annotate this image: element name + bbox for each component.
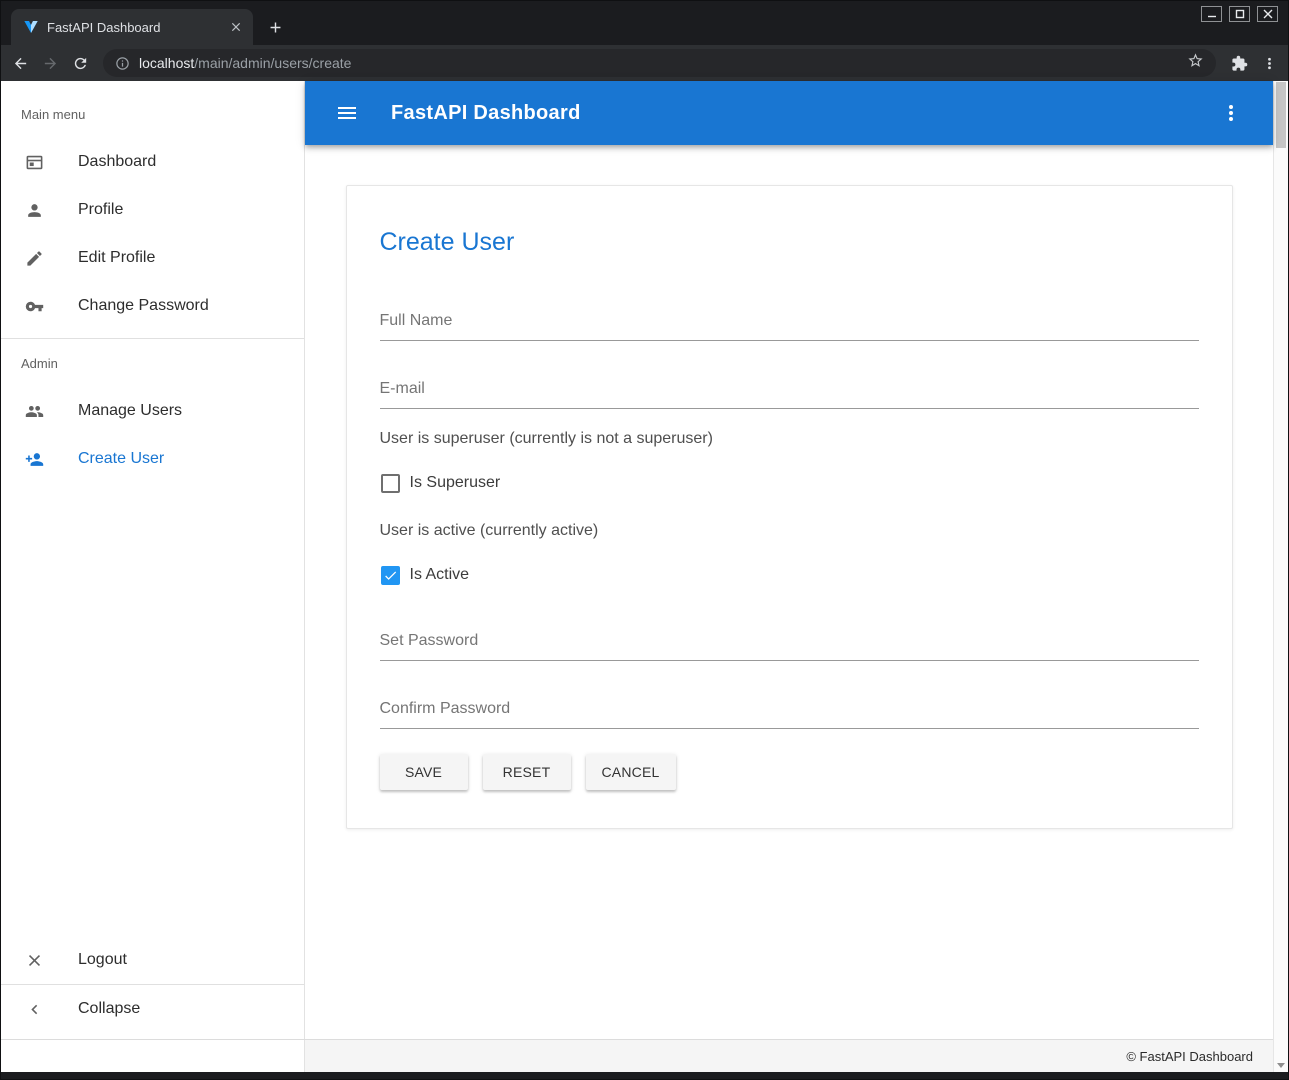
key-icon <box>25 297 44 316</box>
superuser-checkbox[interactable] <box>381 474 400 493</box>
extensions-icon[interactable] <box>1226 50 1252 76</box>
sidebar-item-label: Dashboard <box>78 153 156 171</box>
url-text[interactable]: localhost/main/admin/users/create <box>139 55 1178 71</box>
hamburger-menu-icon[interactable] <box>329 95 365 131</box>
site-info-icon[interactable] <box>115 56 130 71</box>
chevron-left-icon <box>25 1000 44 1019</box>
bookmark-star-icon[interactable] <box>1187 52 1204 74</box>
minimize-button[interactable] <box>1201 6 1222 22</box>
copyright-text: © FastAPI Dashboard <box>305 1049 1273 1064</box>
sidebar-item-dashboard[interactable]: Dashboard <box>1 138 304 186</box>
page-footer: © FastAPI Dashboard <box>1 1039 1273 1072</box>
page-content: Create User User is superuser (currently… <box>305 145 1273 1039</box>
superuser-hint: User is superuser (currently is not a su… <box>380 427 1199 451</box>
cancel-button[interactable]: CANCEL <box>586 754 676 790</box>
maximize-button[interactable] <box>1229 6 1250 22</box>
email-field <box>380 377 1199 409</box>
reset-button[interactable]: RESET <box>483 754 571 790</box>
person-icon <box>25 201 44 220</box>
sidebar-main-menu-header: Main menu <box>1 90 304 138</box>
active-hint: User is active (currently active) <box>380 519 1199 543</box>
form-actions: SAVE RESET CANCEL <box>380 754 1199 790</box>
close-icon <box>25 951 44 970</box>
create-user-card: Create User User is superuser (currently… <box>346 185 1233 829</box>
url-path: /main/admin/users/create <box>194 55 351 71</box>
password-field <box>380 629 1199 661</box>
window-bottom-frame <box>1 1072 1288 1079</box>
new-tab-button[interactable] <box>261 13 289 41</box>
active-checkbox-label: Is Active <box>410 566 470 584</box>
dashboard-icon <box>25 153 44 172</box>
reload-icon[interactable] <box>67 50 93 76</box>
scrollbar-down-arrow-icon[interactable] <box>1277 1063 1285 1068</box>
sidebar-item-label: Create User <box>78 450 164 468</box>
browser-viewport: Main menu Dashboard Profile <box>1 81 1288 1072</box>
window-controls <box>1201 6 1278 22</box>
email-input[interactable] <box>380 377 1199 408</box>
sidebar-item-label: Edit Profile <box>78 249 155 267</box>
footer-sidebar-strip <box>1 1040 305 1072</box>
page-title: Create User <box>380 226 1199 258</box>
password-input[interactable] <box>380 629 1199 660</box>
tab-close-icon[interactable] <box>227 18 245 36</box>
sidebar-item-change-password[interactable]: Change Password <box>1 282 304 330</box>
browser-titlebar: FastAPI Dashboard <box>1 1 1288 45</box>
sidebar-item-logout[interactable]: Logout <box>1 936 304 984</box>
url-bar[interactable]: localhost/main/admin/users/create <box>103 49 1216 77</box>
confirm-password-input[interactable] <box>380 697 1199 728</box>
sidebar-item-label: Manage Users <box>78 402 182 420</box>
full-name-input[interactable] <box>380 309 1199 340</box>
sidebar-item-label: Change Password <box>78 297 209 315</box>
sidebar-item-profile[interactable]: Profile <box>1 186 304 234</box>
sidebar-item-label: Collapse <box>78 1000 140 1018</box>
back-icon[interactable] <box>7 50 33 76</box>
sidebar-admin-header: Admin <box>1 339 304 387</box>
forward-icon[interactable] <box>37 50 63 76</box>
active-checkbox-row[interactable]: Is Active <box>380 551 1199 599</box>
browser-toolbar: localhost/main/admin/users/create <box>1 45 1288 81</box>
url-host: localhost <box>139 55 194 71</box>
save-button[interactable]: SAVE <box>380 754 468 790</box>
superuser-checkbox-row[interactable]: Is Superuser <box>380 459 1199 507</box>
app-bar: FastAPI Dashboard <box>305 81 1273 145</box>
sidebar-item-edit-profile[interactable]: Edit Profile <box>1 234 304 282</box>
sidebar-item-label: Logout <box>78 951 127 969</box>
browser-menu-icon[interactable] <box>1256 50 1282 76</box>
vuetify-favicon-icon <box>23 19 39 35</box>
check-icon <box>383 568 398 583</box>
people-icon <box>25 402 44 421</box>
active-checkbox[interactable] <box>381 566 400 585</box>
sidebar-item-label: Profile <box>78 201 123 219</box>
appbar-title: FastAPI Dashboard <box>391 102 581 125</box>
full-name-field <box>380 309 1199 341</box>
sidebar-item-create-user[interactable]: Create User <box>1 435 304 483</box>
superuser-checkbox-label: Is Superuser <box>410 474 501 492</box>
pencil-icon <box>25 249 44 268</box>
person-add-icon <box>25 450 44 469</box>
close-button[interactable] <box>1257 6 1278 22</box>
scrollbar-thumb[interactable] <box>1276 82 1286 148</box>
confirm-password-field <box>380 697 1199 729</box>
tab-title: FastAPI Dashboard <box>47 20 219 35</box>
scrollbar[interactable] <box>1273 81 1288 1072</box>
sidebar-item-collapse[interactable]: Collapse <box>1 985 304 1033</box>
sidebar: Main menu Dashboard Profile <box>1 81 305 1039</box>
sidebar-item-manage-users[interactable]: Manage Users <box>1 387 304 435</box>
browser-tab[interactable]: FastAPI Dashboard <box>11 9 253 45</box>
appbar-kebab-menu-icon[interactable] <box>1213 95 1249 131</box>
browser-window: FastAPI Dashboard <box>0 0 1289 1080</box>
